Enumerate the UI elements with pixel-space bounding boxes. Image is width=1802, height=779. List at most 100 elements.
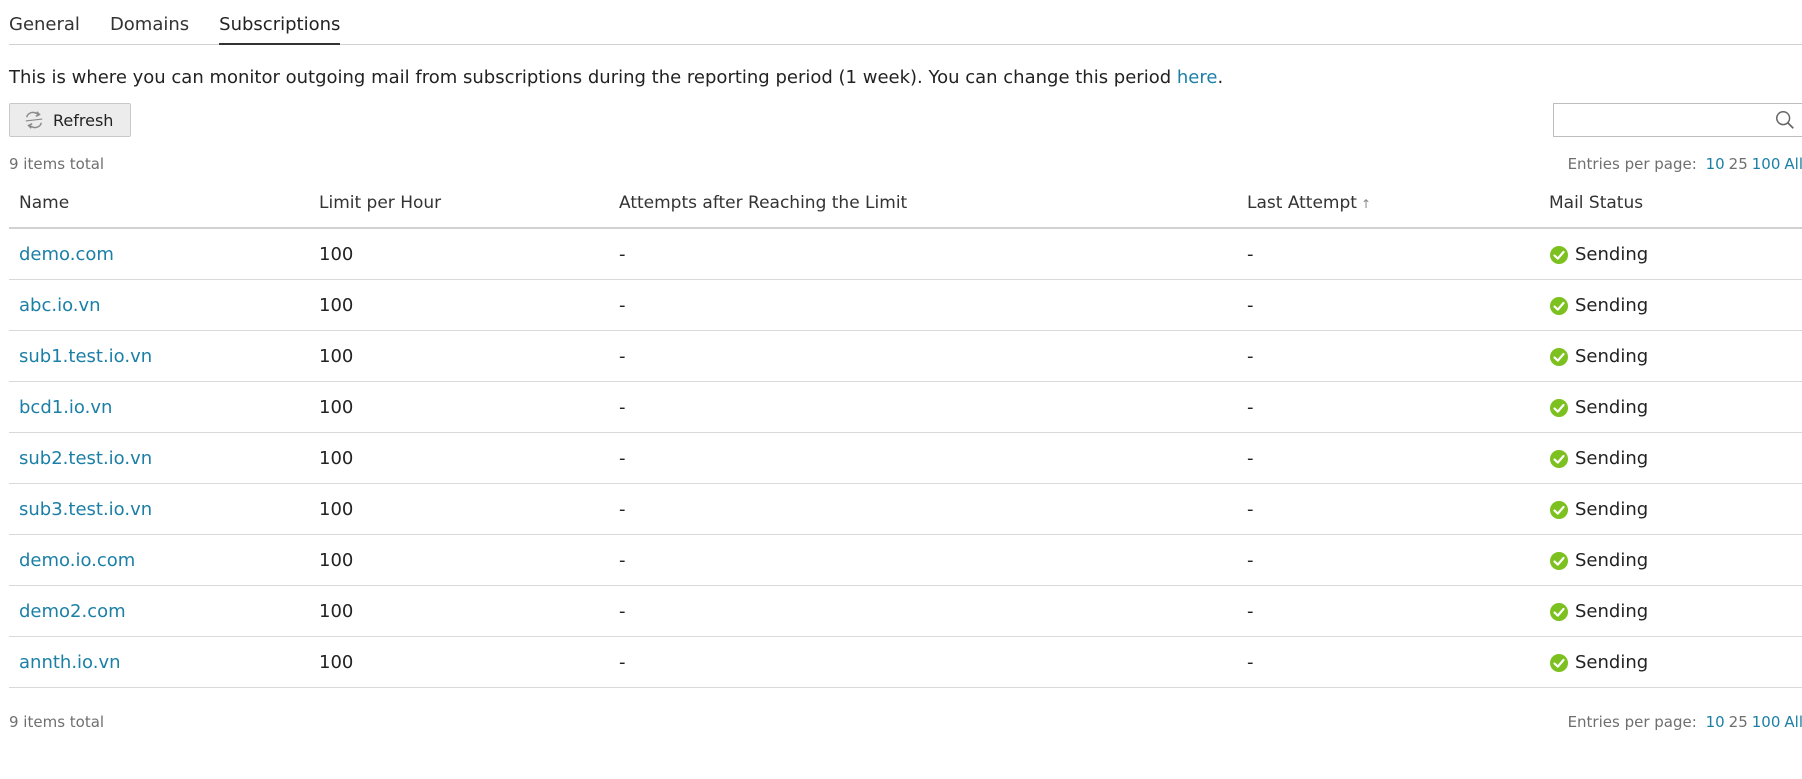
entries-10-bottom[interactable]: 10 [1706, 713, 1725, 731]
tab-domains[interactable]: Domains [110, 0, 189, 44]
subscription-link[interactable]: bcd1.io.vn [19, 397, 112, 418]
cell-last-attempt: - [1237, 585, 1539, 637]
cell-mail-status: Sending [1539, 534, 1802, 586]
toolbar: Refresh [9, 103, 1802, 143]
cell-attempts: - [609, 483, 1237, 535]
cell-attempts: - [609, 534, 1237, 586]
cell-name: sub2.test.io.vn [9, 432, 309, 484]
subscription-link[interactable]: demo2.com [19, 601, 126, 622]
status-text: Sending [1575, 243, 1649, 265]
table-row: bcd1.io.vn 100- - Sending [9, 381, 1802, 433]
col-attempts-header[interactable]: Attempts after Reaching the Limit [609, 179, 1237, 229]
check-circle-icon [1550, 297, 1568, 315]
search-icon[interactable] [1774, 109, 1796, 131]
cell-limit: 100 [309, 483, 609, 535]
status-badge: Sending [1549, 651, 1802, 673]
description: This is where you can monitor outgoing m… [9, 67, 1802, 91]
subscription-link[interactable]: abc.io.vn [19, 295, 101, 316]
status-badge: Sending [1549, 345, 1802, 367]
cell-limit: 100 [309, 330, 609, 382]
check-circle-icon [1550, 654, 1568, 672]
cell-last-attempt: - [1237, 483, 1539, 535]
status-text: Sending [1575, 600, 1649, 622]
cell-name: abc.io.vn [9, 279, 309, 331]
items-total: 9 items total [9, 155, 105, 173]
status-text: Sending [1575, 345, 1649, 367]
tab-subscriptions[interactable]: Subscriptions [219, 0, 341, 45]
table-row: sub3.test.io.vn 100- - Sending [9, 483, 1802, 535]
cell-name: sub3.test.io.vn [9, 483, 309, 535]
cell-limit: 100 [309, 534, 609, 586]
cell-mail-status: Sending [1539, 483, 1802, 535]
entries-per-page: Entries per page: 10 25 100 All [1568, 155, 1802, 173]
check-circle-icon [1550, 603, 1568, 621]
cell-name: sub1.test.io.vn [9, 330, 309, 382]
check-circle-icon [1550, 246, 1568, 264]
entries-25[interactable]: 25 [1729, 155, 1748, 173]
items-total-bottom: 9 items total [9, 713, 105, 731]
cell-mail-status: Sending [1539, 330, 1802, 382]
change-period-link[interactable]: here [1177, 67, 1218, 88]
sort-asc-icon: ↑ [1360, 197, 1372, 211]
cell-name: demo.io.com [9, 534, 309, 586]
refresh-icon [25, 111, 43, 129]
cell-name: demo.com [9, 228, 309, 280]
col-mail-status-header[interactable]: Mail Status [1539, 179, 1802, 229]
cell-limit: 100 [309, 585, 609, 637]
tab-bar: General Domains Subscriptions [9, 0, 1802, 45]
entries-25-bottom[interactable]: 25 [1729, 713, 1748, 731]
check-circle-icon [1550, 399, 1568, 417]
search-input[interactable] [1553, 103, 1802, 137]
entries-10[interactable]: 10 [1706, 155, 1725, 173]
col-last-attempt-header[interactable]: Last Attempt ↑ [1237, 179, 1539, 229]
table-row: sub1.test.io.vn 100- - Sending [9, 330, 1802, 382]
check-circle-icon [1550, 348, 1568, 366]
status-text: Sending [1575, 549, 1649, 571]
col-name-header[interactable]: Name [9, 179, 309, 229]
cell-mail-status: Sending [1539, 636, 1802, 688]
table-header-row: Name Limit per Hour Attempts after Reach… [9, 179, 1802, 229]
status-text: Sending [1575, 498, 1649, 520]
cell-attempts: - [609, 636, 1237, 688]
table-row: demo2.com 100- - Sending [9, 585, 1802, 637]
description-text: This is where you can monitor outgoing m… [9, 67, 1177, 88]
subscription-link[interactable]: annth.io.vn [19, 652, 121, 673]
cell-name: bcd1.io.vn [9, 381, 309, 433]
status-badge: Sending [1549, 600, 1802, 622]
subscription-link[interactable]: sub2.test.io.vn [19, 448, 152, 469]
status-badge: Sending [1549, 243, 1802, 265]
subscription-link[interactable]: sub3.test.io.vn [19, 499, 152, 520]
status-text: Sending [1575, 396, 1649, 418]
entries-per-page-label-bottom: Entries per page: [1567, 713, 1697, 731]
cell-mail-status: Sending [1539, 432, 1802, 484]
refresh-button[interactable]: Refresh [9, 103, 131, 137]
subscription-link[interactable]: sub1.test.io.vn [19, 346, 152, 367]
cell-last-attempt: - [1237, 432, 1539, 484]
tab-general[interactable]: General [9, 0, 80, 44]
cell-attempts: - [609, 228, 1237, 280]
status-text: Sending [1575, 651, 1649, 673]
status-badge: Sending [1549, 396, 1802, 418]
cell-attempts: - [609, 585, 1237, 637]
check-circle-icon [1550, 552, 1568, 570]
cell-mail-status: Sending [1539, 228, 1802, 280]
subscription-link[interactable]: demo.com [19, 244, 114, 265]
cell-limit: 100 [309, 381, 609, 433]
entries-100[interactable]: 100 [1752, 155, 1781, 173]
subscription-link[interactable]: demo.io.com [19, 550, 135, 571]
table-row: demo.com 100- - Sending [9, 228, 1802, 280]
entries-100-bottom[interactable]: 100 [1752, 713, 1781, 731]
table-row: sub2.test.io.vn 100- - Sending [9, 432, 1802, 484]
cell-mail-status: Sending [1539, 585, 1802, 637]
entries-all-bottom[interactable]: All [1784, 713, 1802, 731]
page: General Domains Subscriptions This is wh… [9, 0, 1802, 731]
cell-limit: 100 [309, 279, 609, 331]
cell-attempts: - [609, 432, 1237, 484]
col-limit-header[interactable]: Limit per Hour [309, 179, 609, 229]
cell-attempts: - [609, 381, 1237, 433]
entries-per-page-bottom: Entries per page: 10 25 100 All [1568, 713, 1802, 731]
entries-all[interactable]: All [1784, 155, 1802, 173]
cell-last-attempt: - [1237, 330, 1539, 382]
cell-last-attempt: - [1237, 381, 1539, 433]
status-badge: Sending [1549, 498, 1802, 520]
